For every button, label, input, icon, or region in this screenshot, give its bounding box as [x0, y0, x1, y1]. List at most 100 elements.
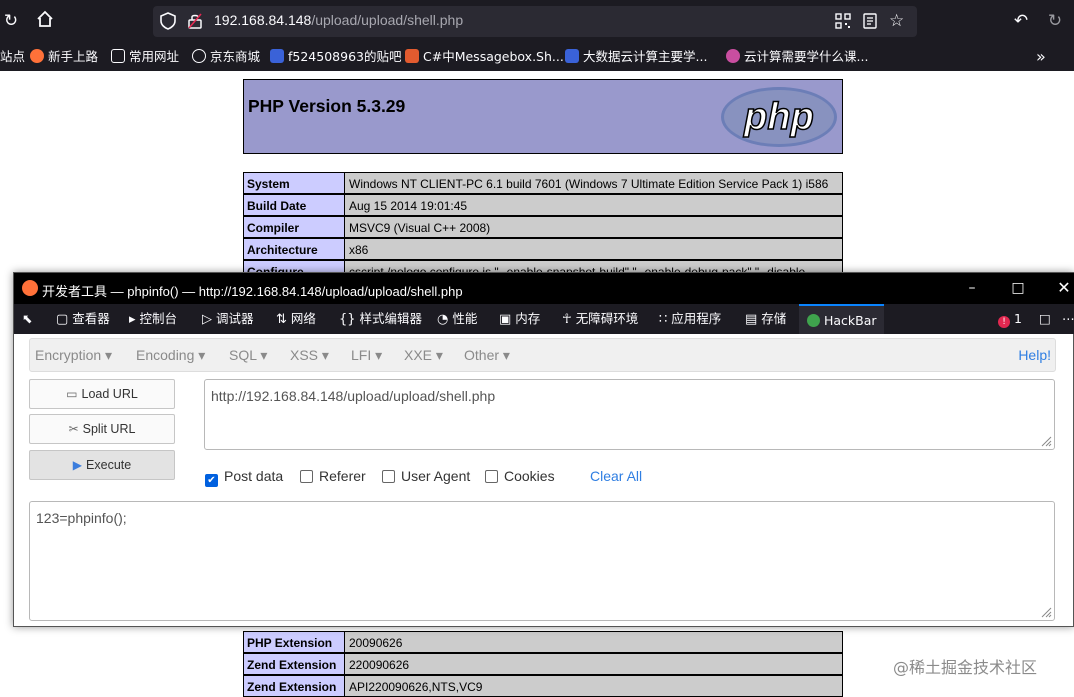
menu-label: XXE	[404, 347, 433, 363]
menu-xss[interactable]: XSS ▾	[290, 347, 329, 364]
help-link[interactable]: Help!	[1018, 347, 1051, 363]
button-label: Split URL	[82, 422, 136, 436]
caret-down-icon: ▾	[435, 347, 443, 363]
close-icon[interactable]: ✕	[1052, 277, 1074, 299]
post-data-value: 123=phpinfo();	[36, 510, 127, 526]
shield-icon[interactable]	[160, 12, 176, 34]
tab-inspector[interactable]: ▢ 查看器	[56, 309, 110, 329]
tab-performance[interactable]: ◔ 性能	[437, 309, 477, 329]
tab-label: HackBar	[824, 313, 877, 328]
reader-view-icon[interactable]	[863, 13, 877, 33]
devtools-window: 开发者工具 — phpinfo() — http://192.168.84.14…	[13, 272, 1074, 627]
sync-icon[interactable]: ↻	[1044, 10, 1066, 32]
php-header: PHP Version 5.3.29 php	[243, 79, 843, 154]
tab-accessibility[interactable]: ☥ 无障碍环境	[562, 309, 638, 329]
address-bar[interactable]: 192.168.84.148/upload/upload/shell.php ☆	[153, 6, 917, 37]
minimize-icon[interactable]: –	[960, 277, 984, 299]
bookmark-item[interactable]: 京东商城	[192, 47, 260, 67]
info-value: MSVC9 (Visual C++ 2008)	[344, 216, 843, 238]
execute-button[interactable]: ▶ Execute	[29, 450, 175, 480]
menu-xxe[interactable]: XXE ▾	[404, 347, 443, 364]
caret-down-icon: ▾	[105, 347, 113, 363]
scissors-icon: ✂	[68, 422, 79, 436]
bookmark-item[interactable]: 站点	[0, 47, 25, 67]
tab-label: 应用程序	[671, 311, 722, 326]
bookmark-item[interactable]: 新手上路	[30, 47, 98, 67]
info-key: PHP Extension	[243, 631, 345, 653]
tab-label: 性能	[452, 311, 478, 326]
menu-other[interactable]: Other ▾	[464, 347, 510, 364]
caret-down-icon: ▾	[321, 347, 329, 363]
menu-encoding[interactable]: Encoding ▾	[136, 347, 205, 364]
menu-sql[interactable]: SQL ▾	[229, 347, 267, 364]
clear-all-link[interactable]: Clear All	[590, 468, 642, 484]
tab-application[interactable]: ∷ 应用程序	[659, 309, 721, 329]
chevron-right-double-icon[interactable]: »	[1036, 47, 1046, 67]
tab-style-editor[interactable]: {} 样式编辑器	[339, 309, 422, 329]
bookmark-label: f524508963的贴吧	[288, 49, 402, 64]
menu-encryption[interactable]: Encryption ▾	[35, 347, 112, 364]
bookmark-label: 新手上路	[48, 49, 99, 64]
info-value: API220090626,NTS,VC9	[344, 675, 843, 697]
bookmark-star-icon[interactable]: ☆	[889, 11, 904, 31]
url-text[interactable]: 192.168.84.148/upload/upload/shell.php	[214, 12, 463, 28]
bookmark-item[interactable]: 常用网址	[111, 47, 179, 67]
home-icon[interactable]	[34, 10, 56, 32]
baidu-paw-icon	[270, 49, 284, 63]
bookmark-item[interactable]: C#中Messagebox.Sh...	[405, 47, 564, 67]
network-icon: ⇅	[276, 312, 287, 327]
memory-icon: ▣	[499, 312, 512, 327]
user-agent-checkbox[interactable]: User Agent	[382, 468, 470, 484]
more-options-icon[interactable]: ⋯	[1062, 309, 1074, 329]
bookmark-item[interactable]: f524508963的贴吧	[270, 47, 401, 67]
tab-storage[interactable]: ▤ 存储	[745, 309, 786, 329]
checkbox-box	[485, 470, 498, 483]
button-label: Load URL	[81, 387, 138, 401]
element-picker-icon[interactable]: ⬉	[22, 309, 32, 329]
referer-checkbox[interactable]: Referer	[300, 468, 366, 484]
menu-lfi[interactable]: LFI ▾	[351, 347, 382, 364]
post-data-textarea[interactable]: 123=phpinfo();	[29, 501, 1055, 621]
tab-label: 无障碍环境	[575, 311, 639, 326]
resize-grip-icon[interactable]	[1040, 606, 1052, 618]
reload-icon[interactable]: ↻	[0, 10, 22, 32]
split-url-button[interactable]: ✂ Split URL	[29, 414, 175, 444]
info-value: Windows NT CLIENT-PC 6.1 build 7601 (Win…	[344, 172, 843, 194]
back-arrow-icon[interactable]: ↶	[1010, 10, 1032, 32]
option-label: User Agent	[401, 468, 471, 484]
table-row: Zend Extension API220090626,NTS,VC9	[243, 675, 843, 697]
table-row: Zend Extension 220090626	[243, 653, 843, 675]
application-icon: ∷	[659, 312, 668, 327]
inspector-icon: ▢	[56, 312, 69, 327]
bookmarks-toolbar: 站点 新手上路 常用网址 京东商城 f524508963的贴吧 C#中Messa…	[0, 42, 1074, 71]
baidu-paw-icon	[565, 49, 579, 63]
menu-label: XSS	[290, 347, 319, 363]
post-data-checkbox[interactable]: ✔ Post data	[205, 468, 283, 487]
lock-insecure-icon[interactable]	[188, 13, 202, 33]
tab-network[interactable]: ⇅ 网络	[276, 309, 316, 329]
table-row: Architecture x86	[243, 238, 843, 260]
option-label: Post data	[224, 468, 284, 484]
performance-icon: ◔	[437, 312, 449, 327]
table-row: PHP Extension 20090626	[243, 631, 843, 653]
error-indicator[interactable]: ! 1	[998, 309, 1022, 329]
tab-hackbar[interactable]: HackBar	[799, 304, 884, 334]
load-url-button[interactable]: ▭ Load URL	[29, 379, 175, 409]
bookmark-item[interactable]: 云计算需要学什么课...	[726, 47, 868, 67]
qr-code-icon[interactable]	[835, 13, 851, 33]
tab-memory[interactable]: ▣ 内存	[499, 309, 540, 329]
devtools-titlebar[interactable]: 开发者工具 — phpinfo() — http://192.168.84.14…	[14, 273, 1074, 304]
hackbar-icon	[807, 314, 820, 327]
maximize-icon[interactable]: □	[1006, 277, 1030, 299]
tab-debugger[interactable]: ▷ 调试器	[202, 309, 254, 329]
info-key: Zend Extension	[243, 675, 345, 697]
bookmark-item[interactable]: 大数据云计算主要学...	[565, 47, 707, 67]
cookies-checkbox[interactable]: Cookies	[485, 468, 555, 484]
url-textarea[interactable]: http://192.168.84.148/upload/upload/shel…	[204, 379, 1055, 450]
tab-console[interactable]: ▸ 控制台	[129, 309, 177, 329]
resize-grip-icon[interactable]	[1040, 435, 1052, 447]
dock-icon[interactable]: □	[1039, 309, 1051, 329]
option-label: Referer	[319, 468, 366, 484]
page-title: PHP Version 5.3.29	[248, 96, 406, 116]
bookmark-label: 常用网址	[129, 49, 180, 64]
